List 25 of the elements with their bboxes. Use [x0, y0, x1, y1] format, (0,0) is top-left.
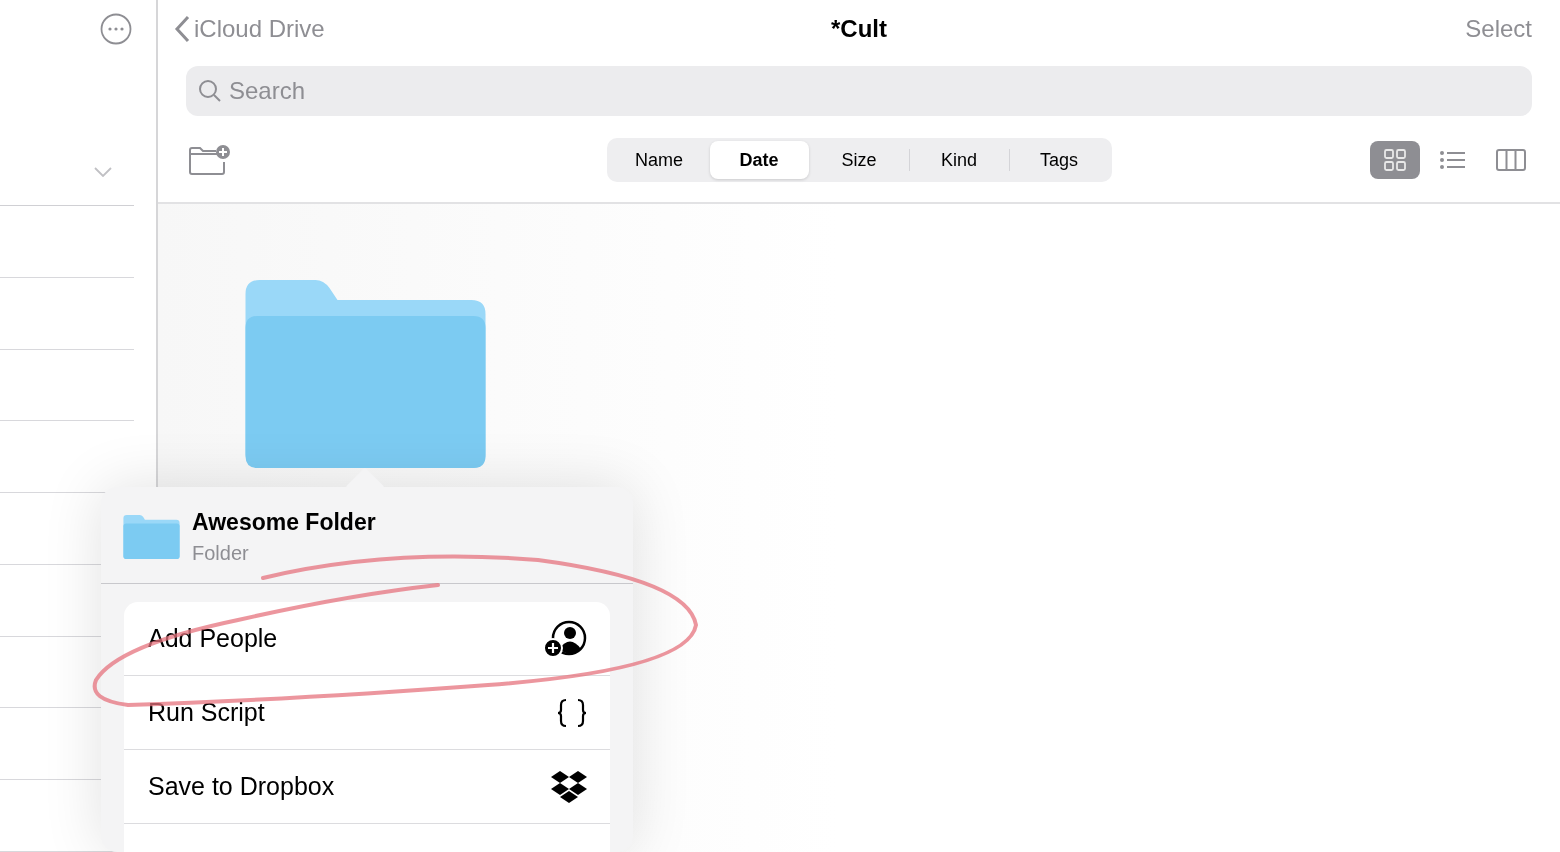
- menu-item[interactable]: Run Script: [124, 676, 610, 750]
- list-icon: [1440, 150, 1466, 170]
- popover-title: Awesome Folder: [192, 509, 376, 536]
- folder-icon: [245, 280, 486, 468]
- braces-icon: [556, 697, 588, 728]
- view-mode-button[interactable]: [1370, 141, 1420, 179]
- sort-tab[interactable]: Name: [609, 141, 709, 179]
- folder-icon: [123, 515, 180, 559]
- search-field[interactable]: Search: [186, 66, 1532, 116]
- more-icon[interactable]: [100, 12, 132, 45]
- chevron-down-icon[interactable]: [94, 166, 112, 177]
- menu-item[interactable]: Save to Dropbox: [124, 750, 610, 824]
- sort-tab[interactable]: Date: [709, 141, 809, 179]
- folder-title: *Cult: [831, 15, 887, 43]
- sort-tab[interactable]: Kind: [909, 141, 1009, 179]
- dropbox-icon: [550, 770, 588, 803]
- chevron-left-icon: [174, 15, 190, 43]
- menu-item[interactable]: Add People: [124, 602, 610, 676]
- columns-icon: [1496, 149, 1526, 171]
- sort-tab[interactable]: Tags: [1009, 141, 1109, 179]
- new-folder-icon[interactable]: [188, 144, 232, 176]
- add-person-icon: [544, 619, 588, 658]
- popover-subtitle: Folder: [192, 542, 250, 565]
- grid-icon: [1383, 148, 1407, 172]
- sort-tab[interactable]: Size: [809, 141, 909, 179]
